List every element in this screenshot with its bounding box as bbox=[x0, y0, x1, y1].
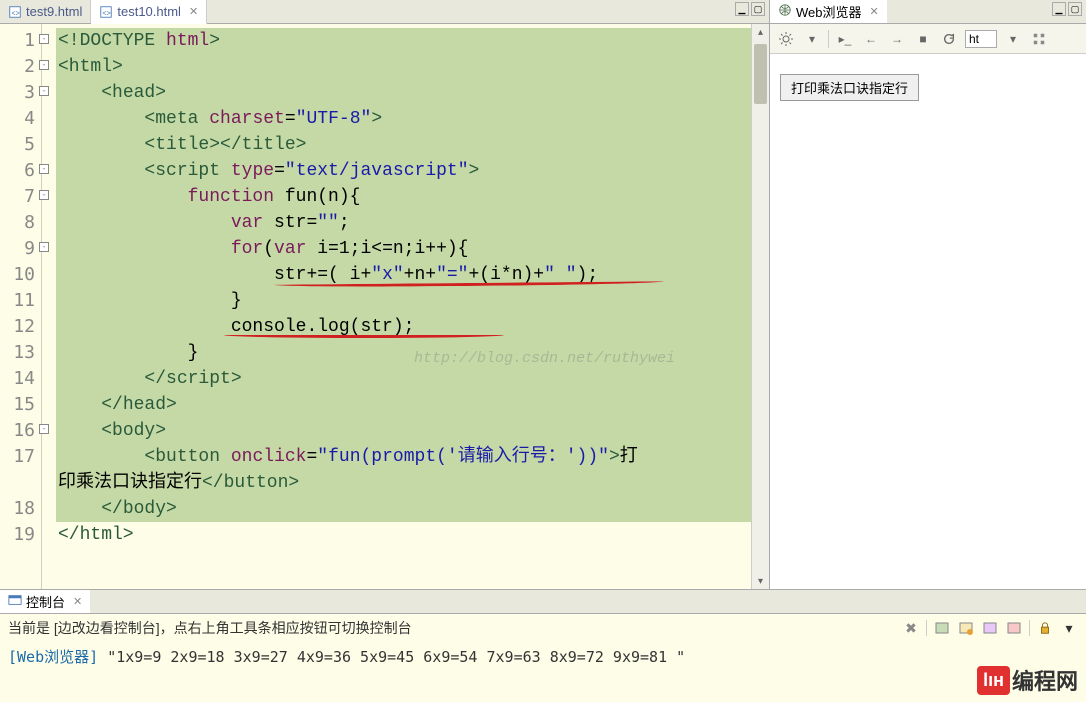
code-line[interactable]: } bbox=[56, 288, 751, 314]
code-line[interactable]: <script type="text/javascript"> bbox=[56, 158, 751, 184]
browser-content: 打印乘法口诀指定行 bbox=[770, 54, 1086, 589]
close-icon[interactable]: ✕ bbox=[73, 595, 82, 608]
code-line[interactable]: 印乘法口诀指定行</button> bbox=[56, 470, 751, 496]
browser-tab-label: Web浏览器 bbox=[796, 2, 862, 21]
editor-tab-test9[interactable]: <> test9.html bbox=[0, 0, 91, 23]
code-line[interactable]: str+=( i+"x"+n+"="+(i*n)+" "); bbox=[56, 262, 751, 288]
brand-text: 编程网 bbox=[1012, 664, 1078, 696]
browser-tab[interactable]: Web浏览器 ✕ bbox=[770, 0, 887, 23]
tool-icon-1[interactable] bbox=[933, 619, 951, 637]
editor-body: 1-2-3-456-7-89-10111213141516-171819 <!D… bbox=[0, 24, 769, 589]
editor-tabs: <> test9.html <> test10.html ✕ ▁ ▢ bbox=[0, 0, 769, 24]
console-tools: ✖ ▾ bbox=[902, 619, 1078, 637]
dropdown-icon[interactable]: ▾ bbox=[1003, 29, 1023, 49]
scroll-up-icon[interactable]: ▴ bbox=[752, 24, 769, 40]
editor-panel: <> test9.html <> test10.html ✕ ▁ ▢ 1-2-3… bbox=[0, 0, 770, 589]
browser-tabs: Web浏览器 ✕ ▁ ▢ bbox=[770, 0, 1086, 24]
globe-icon bbox=[778, 3, 792, 20]
maximize-button[interactable]: ▢ bbox=[751, 2, 765, 16]
browser-panel: Web浏览器 ✕ ▁ ▢ ▾ ▸_ ← → ■ ▾ 打印乘法口诀指定行 bbox=[770, 0, 1086, 589]
console-panel: 控制台 ✕ 当前是 [边改边看控制台]，点右上角工具条相应按钮可切换控制台 ✖ … bbox=[0, 590, 1086, 702]
console-tab-label: 控制台 bbox=[26, 592, 65, 611]
grid-icon[interactable] bbox=[1029, 29, 1049, 49]
html-file-icon: <> bbox=[8, 5, 22, 19]
refresh-button[interactable] bbox=[939, 29, 959, 49]
code-line[interactable]: var str=""; bbox=[56, 210, 751, 236]
html-file-icon: <> bbox=[99, 5, 113, 19]
editor-tab-test10[interactable]: <> test10.html ✕ bbox=[91, 0, 207, 24]
scroll-down-icon[interactable]: ▾ bbox=[752, 573, 769, 589]
code-line[interactable]: } bbox=[56, 340, 751, 366]
line-number-gutter: 1-2-3-456-7-89-10111213141516-171819 bbox=[0, 24, 42, 589]
console-status-text: 当前是 [边改边看控制台]，点右上角工具条相应按钮可切换控制台 bbox=[8, 618, 412, 638]
svg-text:<>: <> bbox=[103, 10, 111, 17]
dropdown-icon[interactable]: ▾ bbox=[1060, 619, 1078, 637]
tool-icon-2[interactable] bbox=[957, 619, 975, 637]
tool-icon-4[interactable] bbox=[1005, 619, 1023, 637]
url-input[interactable] bbox=[965, 30, 997, 48]
code-line[interactable]: <button onclick="fun(prompt('请输入行号：'))">… bbox=[56, 444, 751, 470]
tab-label: test10.html bbox=[117, 4, 181, 19]
back-button[interactable]: ← bbox=[861, 29, 881, 49]
code-line[interactable]: <meta charset="UTF-8"> bbox=[56, 106, 751, 132]
lock-icon[interactable] bbox=[1036, 619, 1054, 637]
code-line[interactable]: </script> bbox=[56, 366, 751, 392]
stop-button[interactable]: ■ bbox=[913, 29, 933, 49]
print-multiplication-button[interactable]: 打印乘法口诀指定行 bbox=[780, 74, 919, 101]
terminal-icon[interactable]: ▸_ bbox=[835, 29, 855, 49]
maximize-button[interactable]: ▢ bbox=[1068, 2, 1082, 16]
tool-icon-3[interactable] bbox=[981, 619, 999, 637]
svg-text:<>: <> bbox=[12, 10, 20, 17]
close-icon[interactable]: ✕ bbox=[870, 5, 879, 18]
code-line[interactable]: <title></title> bbox=[56, 132, 751, 158]
scroll-thumb[interactable] bbox=[754, 44, 767, 104]
code-area[interactable]: <!DOCTYPE html><html> <head> <meta chars… bbox=[56, 24, 751, 589]
dropdown-icon[interactable]: ▾ bbox=[802, 29, 822, 49]
console-icon bbox=[8, 593, 22, 610]
clear-icon[interactable]: ✖ bbox=[902, 619, 920, 637]
code-line[interactable]: function fun(n){ bbox=[56, 184, 751, 210]
console-output-source: [Web浏览器] bbox=[8, 648, 98, 666]
brand-logo: lıн 编程网 bbox=[977, 664, 1078, 696]
vertical-scrollbar[interactable]: ▴ ▾ bbox=[751, 24, 769, 589]
code-line[interactable]: <!DOCTYPE html> bbox=[56, 28, 751, 54]
tab-label: test9.html bbox=[26, 4, 82, 19]
code-line[interactable]: for(var i=1;i<=n;i++){ bbox=[56, 236, 751, 262]
close-icon[interactable]: ✕ bbox=[189, 5, 198, 18]
code-line[interactable]: console.log(str); bbox=[56, 314, 751, 340]
console-status-bar: 当前是 [边改边看控制台]，点右上角工具条相应按钮可切换控制台 ✖ ▾ bbox=[0, 614, 1086, 642]
code-line[interactable]: </html> bbox=[56, 522, 751, 548]
code-line[interactable]: <html> bbox=[56, 54, 751, 80]
console-tabs: 控制台 ✕ bbox=[0, 590, 1086, 614]
forward-button[interactable]: → bbox=[887, 29, 907, 49]
minimize-button[interactable]: ▁ bbox=[735, 2, 749, 16]
code-line[interactable]: <body> bbox=[56, 418, 751, 444]
code-line[interactable]: </head> bbox=[56, 392, 751, 418]
browser-toolbar: ▾ ▸_ ← → ■ ▾ bbox=[770, 24, 1086, 54]
gear-icon[interactable] bbox=[776, 29, 796, 49]
minimize-button[interactable]: ▁ bbox=[1052, 2, 1066, 16]
console-output: [Web浏览器] "1x9=9 2x9=18 3x9=27 4x9=36 5x9… bbox=[0, 642, 1086, 679]
console-output-text: "1x9=9 2x9=18 3x9=27 4x9=36 5x9=45 6x9=5… bbox=[107, 648, 685, 666]
brand-badge: lıн bbox=[977, 666, 1010, 695]
code-line[interactable]: <head> bbox=[56, 80, 751, 106]
code-line[interactable]: </body> bbox=[56, 496, 751, 522]
console-tab[interactable]: 控制台 ✕ bbox=[0, 590, 90, 613]
